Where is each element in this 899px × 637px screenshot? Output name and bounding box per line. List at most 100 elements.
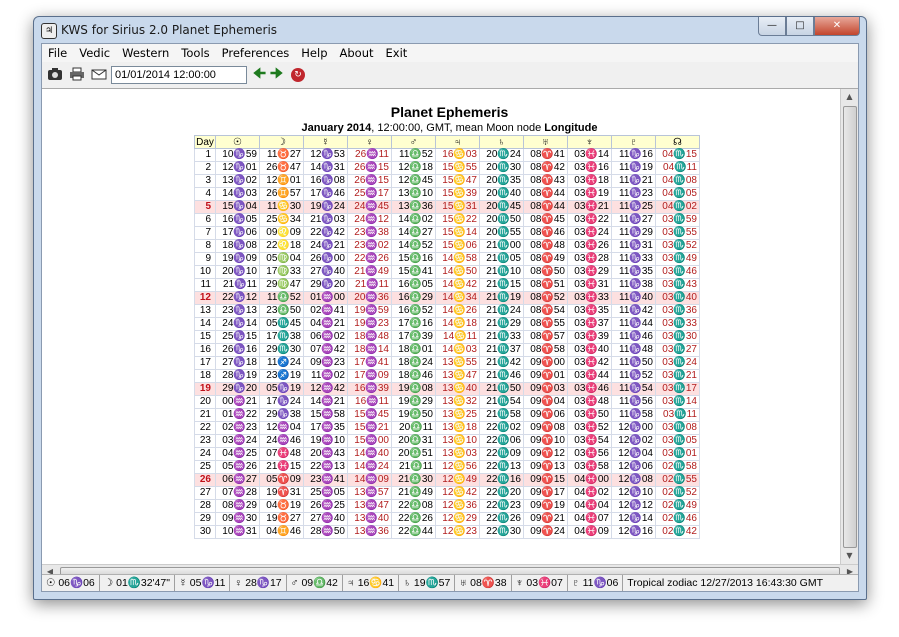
title-bar[interactable]: ♃ KWS for Sirius 2.0 Planet Ephemeris — … (34, 17, 866, 43)
position-cell: 05♑19 (259, 382, 304, 396)
position-cell: 11♉27 (259, 148, 304, 162)
position-cell: 25♋34 (259, 213, 304, 227)
position-cell: 08♈52 (523, 291, 568, 305)
header-planet-3: ☿ (303, 135, 348, 149)
menu-help[interactable]: Help (295, 44, 333, 62)
arrow-right-icon[interactable]: 🠊 (270, 63, 283, 87)
position-cell: 18♒48 (347, 330, 392, 344)
menu-vedic[interactable]: Vedic (73, 44, 116, 62)
menu-exit[interactable]: Exit (380, 44, 414, 62)
status-uranus: ♅ 08♈38 (455, 575, 512, 591)
position-cell: 12♎45 (391, 174, 436, 188)
table-row: 24 04♒25 07♓48 20♒43 14♒40 20♎51 13♋03 22♏09 09♈… (194, 447, 700, 461)
position-cell: 15♋39 (435, 187, 480, 201)
report-subtitle: January 2014, 12:00:00, GMT, mean Moon n… (42, 122, 857, 134)
position-cell: 12♑00 (611, 421, 656, 435)
position-cell: 21♏05 (479, 252, 524, 266)
position-cell: 09♈00 (523, 356, 568, 370)
minimize-button[interactable]: — (758, 17, 786, 36)
table-row: 13 23♑13 23♎50 02♒41 19♒59 16♎52 14♋26 21♏24 08♈… (194, 304, 700, 318)
menu-preferences[interactable]: Preferences (216, 44, 296, 62)
mars-icon: ♂ (290, 577, 302, 589)
day-cell: 17 (194, 356, 216, 370)
position-cell: 08♈44 (523, 187, 568, 201)
position-cell: 15♎41 (391, 265, 436, 279)
table-row: 9 19♑09 05♍04 26♑00 22♒26 15♎16 14♋58 21♏05 08♈4… (194, 252, 700, 266)
table-row: 3 13♑02 12♊01 16♑08 26♒15 12♎45 15♋47 20♏35 08♈4… (194, 174, 700, 188)
menu-tools[interactable]: Tools (175, 44, 215, 62)
jupiter-icon: ♃ (346, 577, 358, 589)
position-cell: 06♒02 (303, 330, 348, 344)
neptune-icon: ♆ (515, 577, 527, 589)
position-cell: 22♏13 (479, 460, 524, 474)
menu-western[interactable]: Western (116, 44, 175, 62)
position-cell: 08♒29 (215, 499, 260, 513)
position-cell: 26♊57 (259, 187, 304, 201)
position-cell: 08♈48 (523, 239, 568, 253)
printer-icon[interactable] (68, 67, 86, 83)
position-cell: 21♏46 (479, 369, 524, 383)
position-cell: 07♒28 (215, 486, 260, 500)
vertical-scroll-thumb[interactable] (843, 106, 857, 548)
header-planet-8: ♅ (523, 135, 568, 149)
close-button[interactable]: ✕ (814, 17, 860, 36)
position-cell: 21♎11 (391, 460, 436, 474)
table-row: 22 02♒23 12♒04 17♒35 15♒21 20♎11 13♋18 22♏02 09♈… (194, 421, 700, 435)
position-cell: 22♏20 (479, 486, 524, 500)
position-cell: 14♎27 (391, 226, 436, 240)
position-cell: 09♈03 (523, 382, 568, 396)
position-cell: 18♎24 (391, 356, 436, 370)
position-cell: 17♎39 (391, 330, 436, 344)
day-cell: 26 (194, 473, 216, 487)
day-cell: 8 (194, 239, 216, 253)
position-cell: 11♑31 (611, 239, 656, 253)
position-cell: 26♒15 (347, 174, 392, 188)
day-cell: 11 (194, 278, 216, 292)
day-cell: 21 (194, 408, 216, 422)
position-cell: 03♓21 (567, 200, 612, 214)
position-cell: 26♒15 (347, 161, 392, 175)
position-cell: 21♓15 (259, 460, 304, 474)
position-cell: 08♈55 (523, 317, 568, 331)
envelope-icon[interactable] (90, 67, 108, 83)
position-cell: 21♏58 (479, 408, 524, 422)
position-cell: 21♏33 (479, 330, 524, 344)
position-cell: 21♏15 (479, 278, 524, 292)
position-cell: 02♏58 (655, 460, 700, 474)
camera-icon[interactable] (46, 67, 64, 83)
position-cell: 05♈09 (259, 473, 304, 487)
position-cell: 11♑19 (611, 161, 656, 175)
position-cell: 12♊01 (259, 174, 304, 188)
menu-about[interactable]: About (334, 44, 380, 62)
position-cell: 08♈57 (523, 330, 568, 344)
menu-file[interactable]: File (42, 44, 73, 62)
position-cell: 15♋22 (435, 213, 480, 227)
position-cell: 27♑40 (303, 265, 348, 279)
position-cell: 20♎11 (391, 421, 436, 435)
table-row: 19 29♑20 05♑19 12♒42 16♒39 19♎08 13♋40 21♏50 09♈… (194, 382, 700, 396)
position-cell: 03♏14 (655, 395, 700, 409)
position-cell: 23♒41 (303, 473, 348, 487)
position-cell: 13♋10 (435, 434, 480, 448)
scroll-down-icon[interactable]: ▼ (841, 548, 858, 564)
vertical-scrollbar[interactable]: ▲ ▼ (840, 89, 858, 564)
status-neptune-value: 03♓07 (526, 577, 563, 589)
position-cell: 21♏50 (479, 382, 524, 396)
datetime-input[interactable]: 01/01/2014 12:00:00 (111, 66, 247, 84)
position-cell: 15♋31 (435, 200, 480, 214)
refresh-icon[interactable]: ↻ (291, 68, 306, 82)
position-cell: 02♒23 (215, 421, 260, 435)
scroll-up-icon[interactable]: ▲ (841, 89, 858, 105)
position-cell: 21♒49 (347, 265, 392, 279)
maximize-button[interactable]: □ (786, 17, 814, 36)
position-cell: 21♏42 (479, 356, 524, 370)
position-cell: 19♑24 (303, 200, 348, 214)
status-moon-value: 01♏32'47" (116, 577, 170, 589)
position-cell: 04♏15 (655, 148, 700, 162)
day-cell: 19 (194, 382, 216, 396)
header-planet-7: ♄ (479, 135, 524, 149)
position-cell: 18♎01 (391, 343, 436, 357)
position-cell: 03♏08 (655, 421, 700, 435)
arrow-left-icon[interactable]: 🠈 (253, 63, 266, 87)
position-cell: 14♋26 (435, 304, 480, 318)
